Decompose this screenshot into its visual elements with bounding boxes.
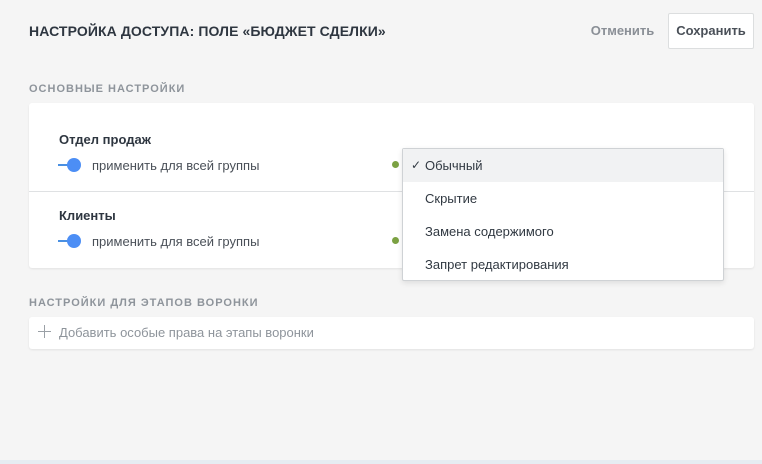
group-toggle-sales[interactable]: [58, 158, 84, 172]
dropdown-option-label: Замена содержимого: [425, 224, 554, 239]
dropdown-option-readonly[interactable]: Запрет редактирования: [403, 248, 723, 281]
add-pipeline-rights-button[interactable]: Добавить особые права на этапы воронки: [29, 317, 754, 349]
dropdown-option-label: Скрытие: [425, 191, 478, 206]
toggle-label-sales: применить для всей группы: [92, 158, 260, 173]
add-pipeline-rights-label: Добавить особые права на этапы воронки: [59, 325, 314, 340]
group-toggle-clients[interactable]: [58, 234, 84, 248]
page-title: НАСТРОЙКА ДОСТУПА: ПОЛЕ «БЮДЖЕТ СДЕЛКИ»: [29, 23, 386, 39]
check-icon: ✓: [411, 158, 422, 172]
group-name-clients: Клиенты: [59, 208, 116, 223]
toggle-label-clients: применить для всей группы: [92, 234, 260, 249]
dropdown-option-label: Обычный: [425, 158, 483, 173]
plus-icon: [38, 325, 51, 338]
main-settings-section-label: ОСНОВНЫЕ НАСТРОЙКИ: [29, 83, 186, 95]
dropdown-option-label: Запрет редактирования: [425, 257, 569, 272]
access-mode-dropdown[interactable]: ✓ Обычный Скрытие Замена содержимого Зап…: [402, 148, 724, 281]
access-settings-page: НАСТРОЙКА ДОСТУПА: ПОЛЕ «БЮДЖЕТ СДЕЛКИ» …: [0, 0, 762, 464]
dropdown-option-hide[interactable]: Скрытие: [403, 182, 723, 215]
dropdown-option-normal[interactable]: ✓ Обычный: [403, 149, 723, 182]
dropdown-option-replace[interactable]: Замена содержимого: [403, 215, 723, 248]
pipeline-settings-section-label: НАСТРОЙКИ ДЛЯ ЭТАПОВ ВОРОНКИ: [29, 297, 259, 309]
bottom-strip: [0, 460, 762, 464]
save-button[interactable]: Сохранить: [668, 13, 754, 49]
group-name-sales: Отдел продаж: [59, 132, 151, 147]
status-dot-clients: [392, 237, 399, 244]
status-dot-sales: [392, 161, 399, 168]
toggle-knob: [67, 234, 81, 248]
toggle-knob: [67, 158, 81, 172]
cancel-button[interactable]: Отменить: [585, 13, 660, 49]
